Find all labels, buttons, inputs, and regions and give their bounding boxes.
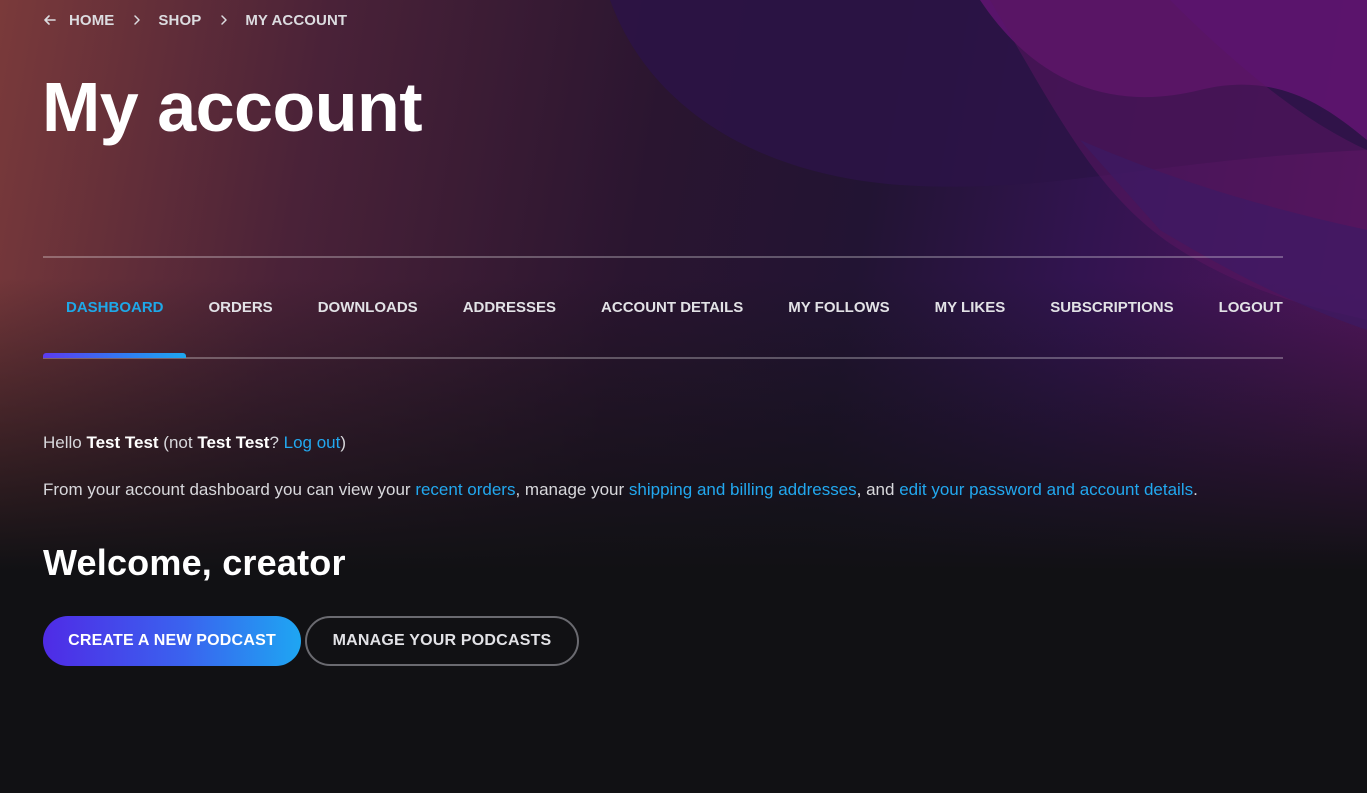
greeting-hello: Hello bbox=[43, 433, 87, 452]
page-content: HOME SHOP MY ACCOUNT My account DASHBOAR… bbox=[0, 0, 1367, 793]
create-podcast-button[interactable]: CREATE A NEW PODCAST bbox=[43, 616, 301, 666]
addresses-link[interactable]: shipping and billing addresses bbox=[629, 480, 857, 499]
recent-orders-link[interactable]: recent orders bbox=[415, 480, 515, 499]
account-tabs: DASHBOARD ORDERS DOWNLOADS ADDRESSES ACC… bbox=[43, 258, 1283, 357]
tab-label: LOGOUT bbox=[1218, 299, 1283, 316]
account-details-link[interactable]: edit your password and account details bbox=[899, 480, 1193, 499]
breadcrumb-shop-link[interactable]: SHOP bbox=[158, 12, 201, 29]
tab-logout[interactable]: LOGOUT bbox=[1219, 258, 1283, 357]
greeting-close: ) bbox=[340, 433, 347, 452]
dashboard-description: From your account dashboard you can view… bbox=[43, 480, 1198, 500]
welcome-heading: Welcome, creator bbox=[43, 542, 346, 583]
dashboard-text-part: . bbox=[1193, 480, 1198, 499]
breadcrumb-current: MY ACCOUNT bbox=[245, 11, 348, 29]
greeting-question: ? bbox=[269, 433, 284, 452]
greeting-text: Hello Test Test (not Test Test? Log out) bbox=[43, 433, 346, 453]
tabs-divider-bottom bbox=[43, 357, 1283, 359]
arrow-left-icon[interactable] bbox=[43, 13, 57, 27]
tab-label: ORDERS bbox=[208, 299, 273, 316]
chevron-right-icon bbox=[132, 14, 142, 26]
dashboard-text-part: From your account dashboard you can view… bbox=[43, 480, 416, 499]
tab-subscriptions[interactable]: SUBSCRIPTIONS bbox=[1050, 258, 1173, 357]
tab-downloads[interactable]: DOWNLOADS bbox=[318, 258, 418, 357]
tab-my-likes[interactable]: MY LIKES bbox=[935, 258, 1006, 357]
tab-label: SUBSCRIPTIONS bbox=[1050, 299, 1174, 316]
greeting-not-prefix: (not bbox=[158, 433, 198, 452]
active-tab-indicator bbox=[43, 353, 186, 358]
tab-label: MY FOLLOWS bbox=[788, 299, 890, 316]
breadcrumb: HOME SHOP MY ACCOUNT bbox=[43, 11, 347, 29]
chevron-right-icon bbox=[219, 14, 229, 26]
breadcrumb-home-link[interactable]: HOME bbox=[69, 12, 114, 29]
tab-dashboard[interactable]: DASHBOARD bbox=[66, 258, 164, 357]
greeting-not-name: Test Test bbox=[197, 433, 270, 452]
dashboard-text-part: , manage your bbox=[515, 480, 629, 499]
dashboard-text-part: , and bbox=[856, 480, 900, 499]
logout-link[interactable]: Log out bbox=[284, 433, 341, 452]
tab-label: MY LIKES bbox=[934, 299, 1006, 316]
tab-label: ADDRESSES bbox=[462, 299, 557, 316]
tab-addresses[interactable]: ADDRESSES bbox=[463, 258, 556, 357]
tab-orders[interactable]: ORDERS bbox=[209, 258, 273, 357]
page-title: My account bbox=[42, 68, 423, 146]
greeting-user-name: Test Test bbox=[86, 433, 159, 452]
tab-label: DASHBOARD bbox=[66, 299, 164, 316]
tab-my-follows[interactable]: MY FOLLOWS bbox=[788, 258, 889, 357]
tab-account-details[interactable]: ACCOUNT DETAILS bbox=[601, 258, 743, 357]
tab-label: DOWNLOADS bbox=[317, 299, 418, 316]
manage-podcasts-button[interactable]: MANAGE YOUR PODCASTS bbox=[305, 616, 579, 666]
tab-label: ACCOUNT DETAILS bbox=[601, 299, 744, 316]
